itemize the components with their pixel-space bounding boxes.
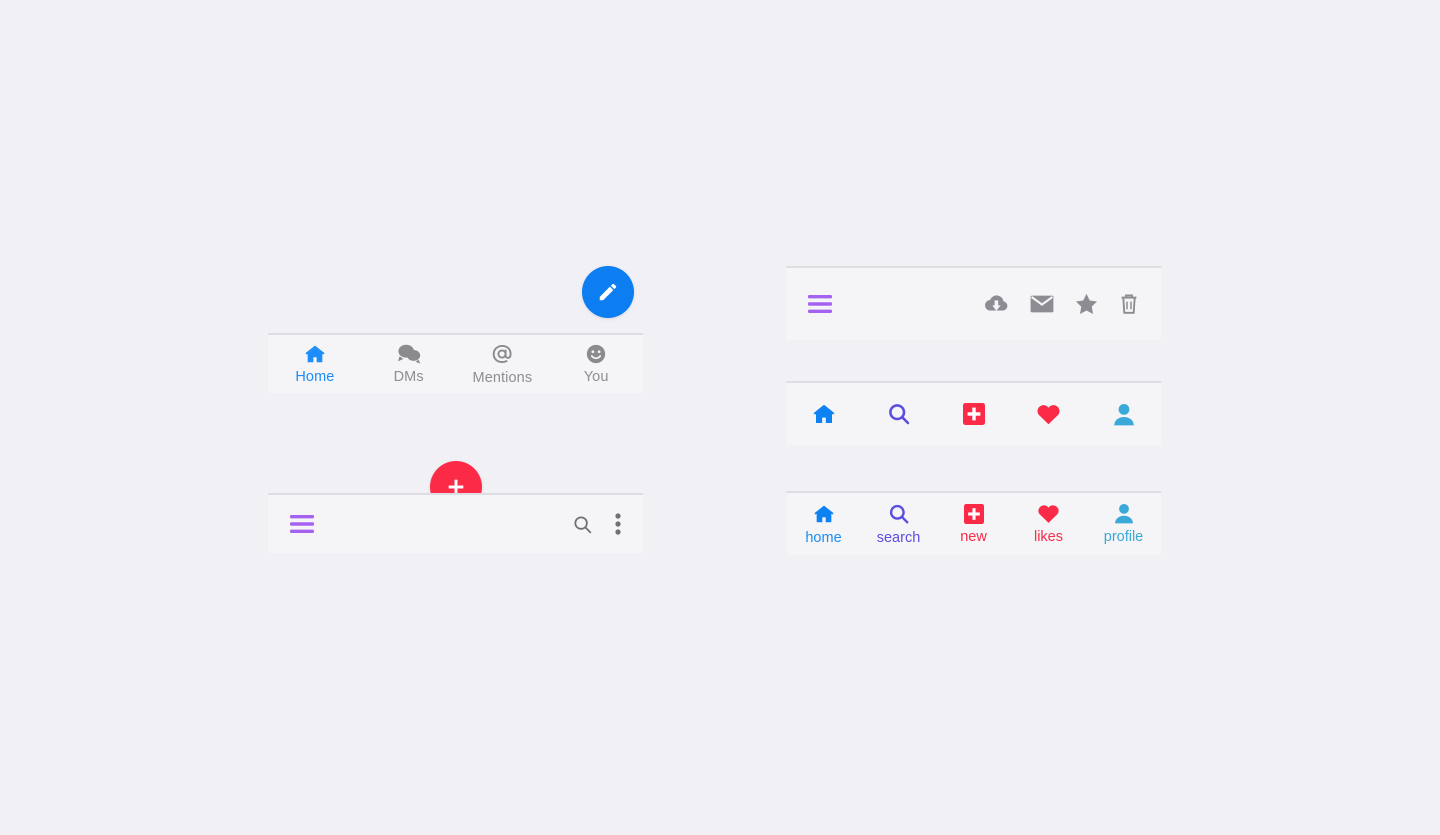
labeled-nav-search[interactable]: search — [861, 493, 936, 555]
tab-home-label: Home — [295, 369, 335, 386]
tab-mentions-label: Mentions — [472, 370, 533, 387]
icon-nav-profile[interactable] — [1086, 403, 1161, 426]
right-toolbar — [786, 266, 1161, 340]
labeled-nav-likes-label: likes — [1033, 529, 1063, 546]
labeled-nav-new[interactable]: new — [936, 493, 1011, 555]
labeled-nav-likes[interactable]: likes — [1011, 493, 1086, 555]
heart-icon — [1036, 403, 1061, 425]
hamburger-menu-icon[interactable] — [290, 515, 314, 533]
labeled-nav-home-label: home — [805, 529, 842, 546]
hamburger-menu-icon[interactable] — [808, 295, 832, 313]
home-icon — [303, 343, 327, 365]
icon-nav-likes[interactable] — [1011, 403, 1086, 425]
tab-dms-label: DMs — [393, 369, 424, 386]
icon-nav-new[interactable] — [936, 403, 1011, 425]
tab-mentions[interactable]: Mentions — [456, 335, 550, 393]
chat-bubbles-icon — [396, 343, 422, 365]
right-icon-nav — [786, 381, 1161, 445]
search-icon[interactable] — [572, 514, 593, 535]
compose-fab[interactable] — [582, 266, 634, 318]
person-icon — [1114, 503, 1134, 524]
home-icon — [811, 402, 837, 426]
plus-square-icon — [962, 403, 985, 425]
pencil-icon — [597, 281, 619, 303]
tab-dms[interactable]: DMs — [362, 335, 456, 393]
home-icon — [812, 503, 836, 525]
person-icon — [1113, 403, 1135, 426]
labeled-nav-home[interactable]: home — [786, 493, 861, 555]
kebab-menu-icon[interactable] — [615, 513, 621, 535]
labeled-nav-new-label: new — [960, 528, 987, 545]
labeled-nav-profile-label: profile — [1103, 529, 1144, 546]
search-icon — [888, 503, 910, 525]
cloud-download-icon[interactable] — [984, 294, 1009, 314]
search-icon — [887, 402, 911, 426]
tab-you-label: You — [583, 369, 609, 386]
tab-home[interactable]: Home — [268, 335, 362, 393]
icon-nav-search[interactable] — [861, 402, 936, 426]
star-icon[interactable] — [1075, 293, 1098, 315]
at-sign-icon — [490, 342, 514, 366]
labeled-nav-profile[interactable]: profile — [1086, 493, 1161, 555]
left-action-bar — [268, 493, 643, 553]
left-tab-bar: Home DMs Mentions You — [268, 333, 643, 393]
right-labeled-nav: home search new likes profile — [786, 491, 1161, 555]
labeled-nav-search-label: search — [876, 529, 921, 546]
smiley-face-icon — [585, 343, 607, 365]
tab-you[interactable]: You — [549, 335, 643, 393]
plus-square-icon — [963, 503, 984, 524]
envelope-icon[interactable] — [1030, 295, 1054, 313]
icon-nav-home[interactable] — [786, 402, 861, 426]
trash-icon[interactable] — [1119, 293, 1139, 315]
heart-icon — [1037, 503, 1060, 524]
